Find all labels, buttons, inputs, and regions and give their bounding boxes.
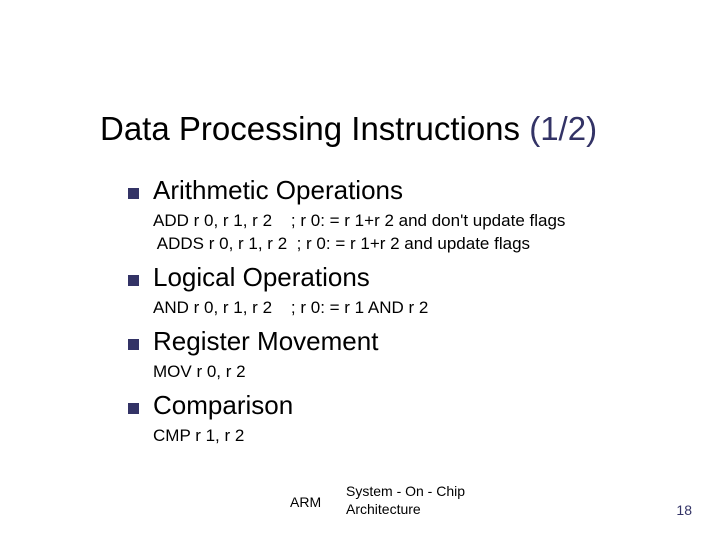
footer-center-line1: System - On - Chip	[346, 483, 465, 501]
title-part: (1/2)	[529, 110, 597, 147]
section-logical: Logical Operations AND r 0, r 1, r 2 ; r…	[128, 262, 688, 320]
slide: Data Processing Instructions (1/2) Arith…	[0, 0, 720, 540]
section-heading: Logical Operations	[153, 262, 370, 293]
section-code: MOV r 0, r 2	[153, 361, 688, 384]
section-code: AND r 0, r 1, r 2 ; r 0: = r 1 AND r 2	[153, 297, 688, 320]
slide-title: Data Processing Instructions (1/2)	[100, 110, 597, 148]
section-heading: Register Movement	[153, 326, 378, 357]
section-heading: Comparison	[153, 390, 293, 421]
title-main: Data Processing Instructions	[100, 110, 520, 147]
section-register: Register Movement MOV r 0, r 2	[128, 326, 688, 384]
footer-center-line2: Architecture	[346, 501, 465, 519]
bullet-row: Logical Operations	[128, 262, 688, 293]
section-heading: Arithmetic Operations	[153, 175, 403, 206]
square-bullet-icon	[128, 403, 139, 414]
bullet-row: Arithmetic Operations	[128, 175, 688, 206]
section-arithmetic: Arithmetic Operations ADD r 0, r 1, r 2 …	[128, 175, 688, 256]
footer-center: System - On - Chip Architecture	[346, 483, 465, 518]
bullet-row: Register Movement	[128, 326, 688, 357]
section-code: ADD r 0, r 1, r 2 ; r 0: = r 1+r 2 and d…	[153, 210, 688, 256]
square-bullet-icon	[128, 275, 139, 286]
square-bullet-icon	[128, 339, 139, 350]
square-bullet-icon	[128, 188, 139, 199]
slide-body: Arithmetic Operations ADD r 0, r 1, r 2 …	[128, 175, 688, 454]
bullet-row: Comparison	[128, 390, 688, 421]
page-number: 18	[676, 502, 692, 518]
section-code: CMP r 1, r 2	[153, 425, 688, 448]
section-comparison: Comparison CMP r 1, r 2	[128, 390, 688, 448]
footer-left: ARM	[290, 494, 321, 510]
